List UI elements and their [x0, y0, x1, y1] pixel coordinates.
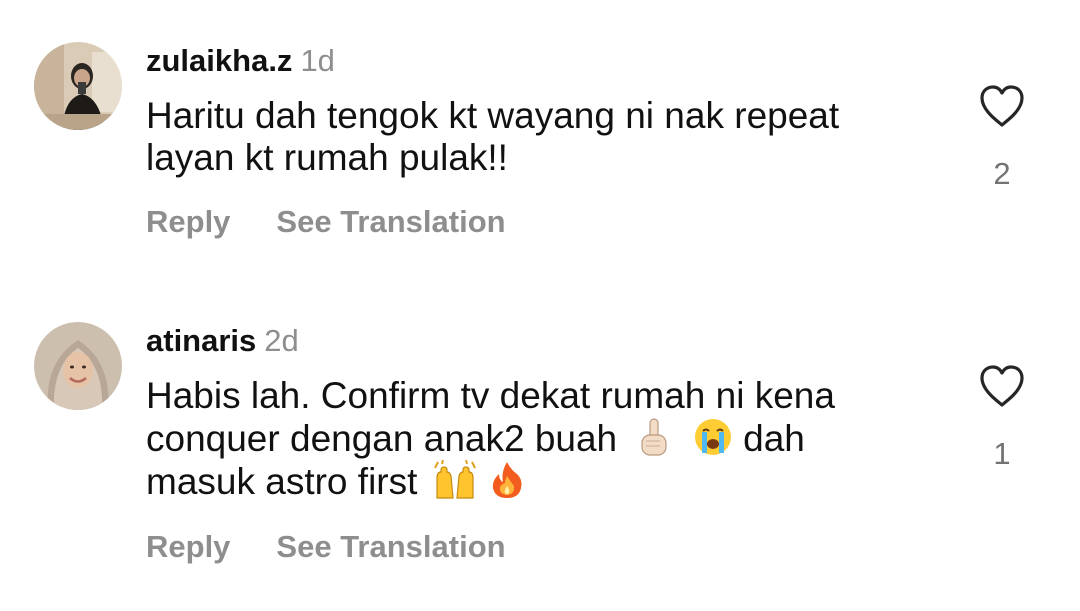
- raising-hands-emoji: [433, 460, 477, 500]
- comment-actions: Reply See Translation: [146, 204, 506, 240]
- avatar-photo: [34, 42, 122, 130]
- loudly-crying-face-emoji: [693, 417, 733, 457]
- fire-emoji: [487, 460, 527, 500]
- see-translation-button[interactable]: See Translation: [276, 204, 505, 239]
- see-translation-button[interactable]: See Translation: [276, 529, 505, 564]
- comment-text: Habis lah. Confirm tv dekat rumah ni ken…: [146, 375, 936, 503]
- comment-text-segment: conquer dengan anak2 buah: [146, 418, 618, 459]
- comment-actions: Reply See Translation: [146, 529, 506, 565]
- index-pointing-up-emoji: [633, 417, 673, 457]
- avatar[interactable]: [34, 42, 122, 130]
- comment-text-line: conquer dengan anak2 buah dah: [146, 417, 936, 460]
- comment-text: Haritu dah tengok kt wayang ni nak repea…: [146, 95, 936, 179]
- like-count: 1: [993, 436, 1011, 471]
- reply-button[interactable]: Reply: [146, 204, 230, 239]
- like-count: 2: [993, 156, 1011, 191]
- comment-text-line: layan kt rumah pulak!!: [146, 137, 508, 178]
- comment-meta: zulaikha.z 1d: [146, 43, 335, 79]
- comment-text-segment: dah: [743, 418, 805, 459]
- comment-text-line: Habis lah. Confirm tv dekat rumah ni ken…: [146, 375, 835, 416]
- avatar-photo: [34, 322, 122, 410]
- heart-icon: [980, 85, 1024, 127]
- username[interactable]: atinaris: [146, 323, 256, 358]
- like-button[interactable]: [978, 364, 1026, 408]
- comment-meta: atinaris 2d: [146, 323, 299, 359]
- comment-text-line: Haritu dah tengok kt wayang ni nak repea…: [146, 95, 840, 136]
- reply-button[interactable]: Reply: [146, 529, 230, 564]
- timestamp: 2d: [264, 323, 299, 358]
- comment-text-segment: masuk astro first: [146, 461, 418, 502]
- timestamp: 1d: [300, 43, 335, 78]
- heart-icon: [980, 365, 1024, 407]
- comment-text-line: masuk astro first: [146, 460, 936, 503]
- username[interactable]: zulaikha.z: [146, 43, 292, 78]
- like-button[interactable]: [978, 84, 1026, 128]
- avatar[interactable]: [34, 322, 122, 410]
